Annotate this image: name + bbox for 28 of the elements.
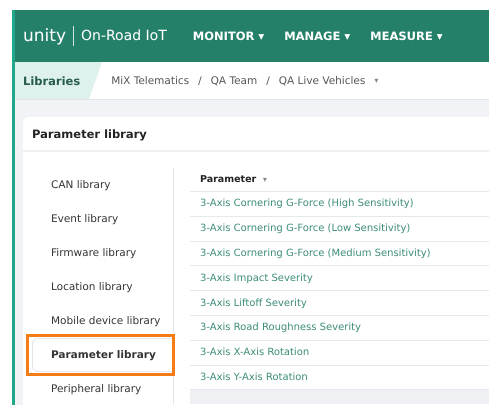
caret-icon[interactable]: ▾ xyxy=(374,76,378,85)
parameter-link[interactable]: 3-Axis Cornering G-Force (Low Sensitivity) xyxy=(190,216,489,242)
sidebar-item[interactable]: Location library xyxy=(23,270,173,304)
parameter-link[interactable]: 3-Axis Liftoff Severity xyxy=(190,291,489,316)
logo[interactable]: unity xyxy=(23,26,74,46)
nav-menu[interactable]: MANAGE ▾ xyxy=(284,29,350,43)
sidebar-item[interactable]: Peripheral library xyxy=(23,372,173,405)
product-name: On-Road IoT xyxy=(81,28,167,44)
breadcrumb-link[interactable]: MiX Telematics xyxy=(111,74,190,86)
section-tab[interactable]: Libraries xyxy=(15,62,102,99)
breadcrumb-separator: / xyxy=(198,74,202,86)
column-header[interactable]: Parameter ▾ xyxy=(190,168,489,192)
sidebar-item[interactable]: Mobile device library xyxy=(23,304,173,338)
parameter-link[interactable]: 3-Axis X-Axis Rotation xyxy=(190,340,489,366)
sidebar-item[interactable]: Event library xyxy=(23,202,173,236)
sidebar-item[interactable]: CAN library xyxy=(23,168,173,202)
nav-menu[interactable]: MONITOR ▾ xyxy=(192,29,264,43)
breadcrumb-link[interactable]: QA Live Vehicles xyxy=(278,74,366,86)
card-title: Parameter library xyxy=(23,117,489,152)
sidebar-item[interactable]: Parameter library xyxy=(32,338,173,372)
parameter-link[interactable]: 3-Axis Cornering G-Force (High Sensitivity) xyxy=(190,192,489,217)
breadcrumb-link[interactable]: QA Team xyxy=(210,74,258,86)
parameter-link[interactable]: 3-Axis Cornering G-Force (Medium Sensitivity) xyxy=(190,242,489,266)
breadcrumb-separator: / xyxy=(266,74,270,86)
parameter-link[interactable]: 3-Axis Road Roughness Severity xyxy=(190,316,489,341)
nav-menu[interactable]: MEASURE ▾ xyxy=(370,29,442,43)
sidebar-item[interactable]: Firmware library xyxy=(23,236,173,270)
parameter-link[interactable]: 3-Axis Impact Severity xyxy=(190,266,489,292)
